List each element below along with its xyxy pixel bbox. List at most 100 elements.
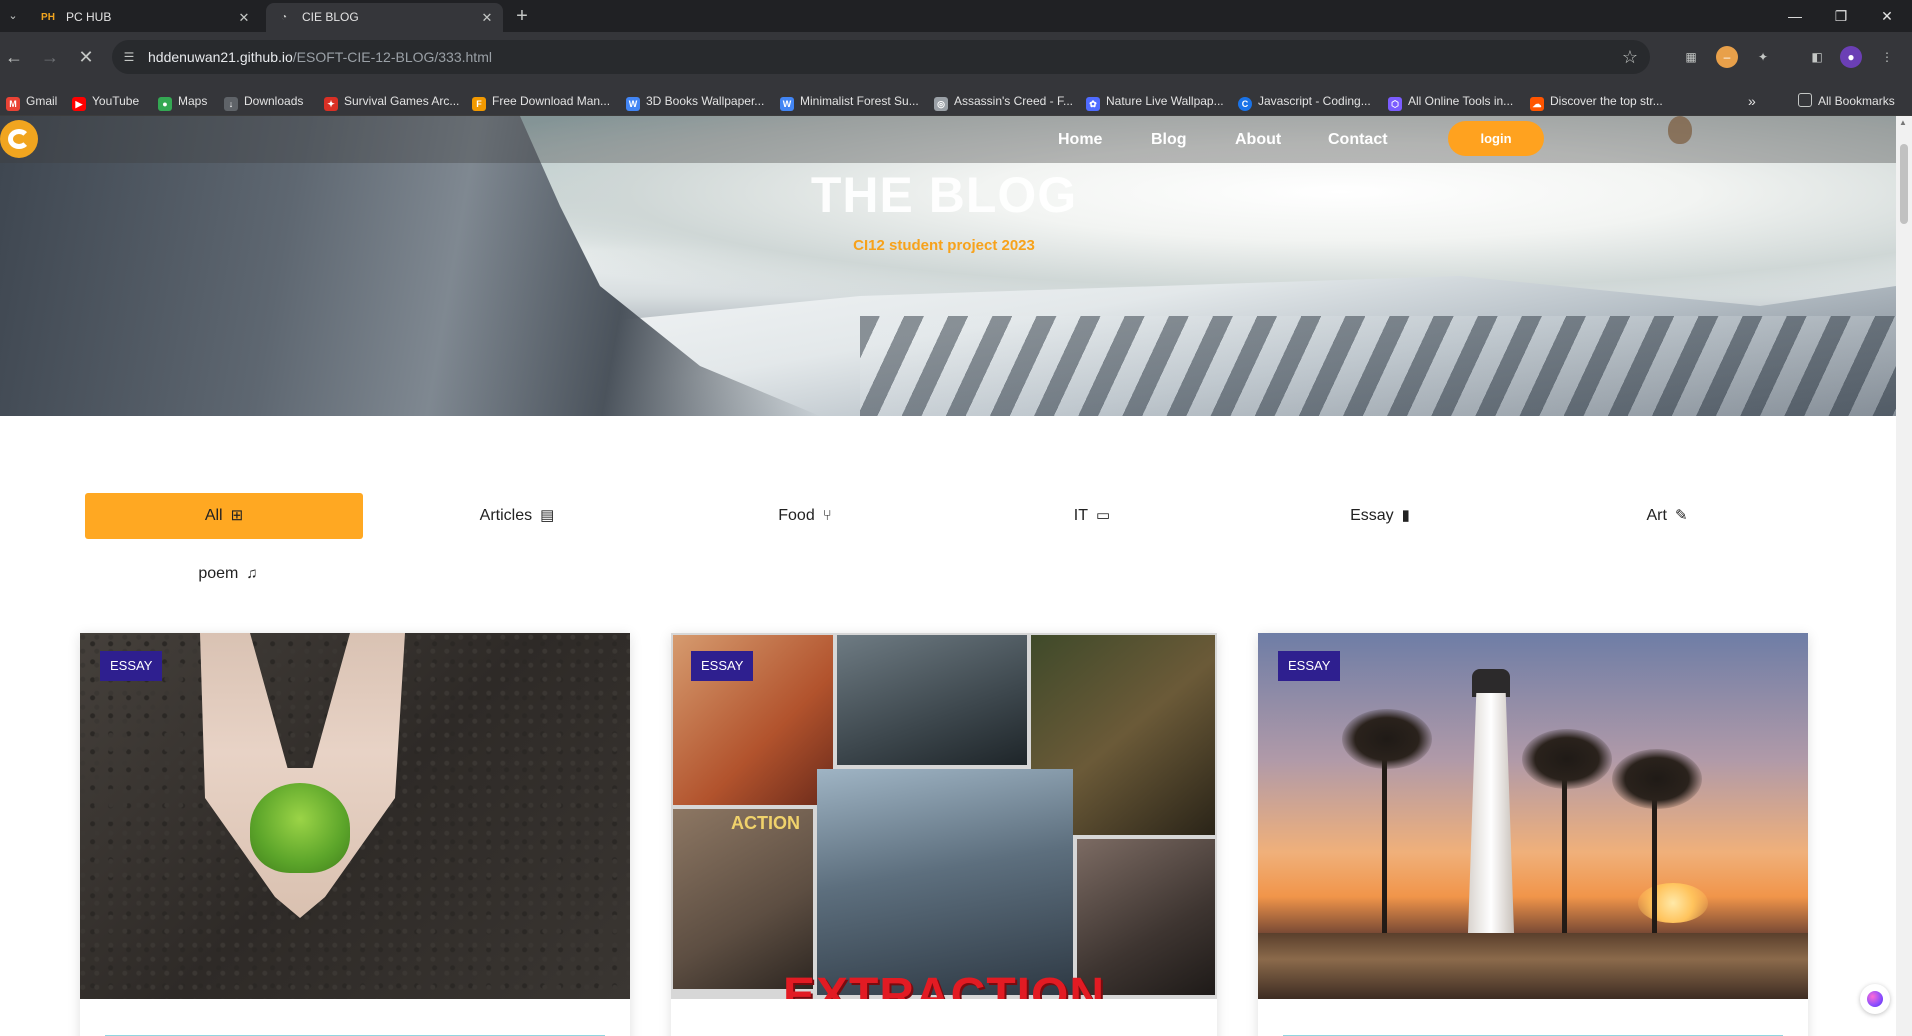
extension-icon[interactable]: – xyxy=(1716,46,1738,68)
nav-blog-link[interactable]: Blog xyxy=(1151,116,1187,163)
address-bar[interactable]: ☰ hddenuwan21.github.io/ESOFT-CIE-12-BLO… xyxy=(112,40,1650,74)
palm-fronds xyxy=(1612,749,1702,809)
extension-icon[interactable]: ▦ xyxy=(1680,46,1702,68)
site-logo[interactable] xyxy=(0,120,38,158)
filter-art[interactable]: Art ✎ xyxy=(1528,493,1806,539)
pchub-favicon-icon: PH xyxy=(41,12,55,23)
wallpaper-icon: W xyxy=(626,97,640,111)
site-navbar: Home Blog About Contact login xyxy=(0,116,1896,163)
palm-fronds xyxy=(1522,729,1612,789)
profile-avatar[interactable]: ● xyxy=(1840,46,1862,68)
nav-home-link[interactable]: Home xyxy=(1058,116,1102,163)
tab-title: CIE BLOG xyxy=(302,10,359,24)
loading-icon: ◔ xyxy=(280,12,288,23)
fort-ground xyxy=(1258,933,1808,999)
bookmark-star-icon[interactable]: ☆ xyxy=(1622,40,1638,74)
all-bookmarks-folder[interactable]: All Bookmarks xyxy=(1798,86,1895,116)
blog-card[interactable]: ESSAY xyxy=(80,633,630,1036)
side-panel-icon[interactable]: ◧ xyxy=(1806,46,1828,68)
card-image-lighthouse[interactable] xyxy=(1258,633,1808,999)
bookmarks-bar: M Gmail ▶ YouTube ● Maps ↓ Downloads ✦ Surviv… xyxy=(0,86,1912,116)
filter-label: Essay xyxy=(1350,507,1394,524)
bookmark-online-tools[interactable]: ⬡ All Online Tools in... xyxy=(1388,86,1513,116)
site-info-icon[interactable]: ☰ xyxy=(120,48,138,66)
bookmark-3d-books[interactable]: W 3D Books Wallpaper... xyxy=(626,86,764,116)
page-viewport: Home Blog About Contact login THE BLOG C… xyxy=(0,116,1912,1036)
category-badge[interactable]: ESSAY xyxy=(691,651,754,681)
poster-title: EXTRACTION xyxy=(783,969,1105,999)
hero-rocks xyxy=(860,316,1896,416)
extensions-puzzle-icon[interactable]: ✦ xyxy=(1752,46,1774,68)
tab-pc-hub[interactable]: PH PC HUB ✕ xyxy=(30,3,260,32)
close-tab-icon[interactable]: ✕ xyxy=(236,3,252,32)
minimize-button[interactable]: — xyxy=(1772,0,1818,32)
filter-all[interactable]: All ⊞ xyxy=(85,493,363,539)
bookmark-survival-games[interactable]: ✦ Survival Games Arc... xyxy=(324,86,459,116)
restore-button[interactable]: ❐ xyxy=(1818,0,1864,32)
tab-cie-blog[interactable]: ◔ CIE BLOG ✕ xyxy=(266,3,503,32)
page-scrollbar[interactable]: ▲ xyxy=(1896,116,1912,1036)
scroll-up-arrow-icon[interactable]: ▲ xyxy=(1899,118,1907,127)
game-icon: ✦ xyxy=(324,97,338,111)
bookmark-gmail[interactable]: M Gmail xyxy=(6,86,57,116)
login-button[interactable]: login xyxy=(1448,121,1544,156)
bookmark-maps[interactable]: ● Maps xyxy=(158,86,207,116)
bookmark-downloads[interactable]: ↓ Downloads xyxy=(224,86,303,116)
hero-banner: Home Blog About Contact login THE BLOG C… xyxy=(0,116,1896,416)
url-text[interactable]: hddenuwan21.github.io/ESOFT-CIE-12-BLOG/… xyxy=(148,40,492,74)
more-bookmarks-chevron-icon[interactable]: » xyxy=(1748,86,1756,116)
soundcloud-icon: ☁ xyxy=(1530,97,1544,111)
filter-label: poem xyxy=(198,565,239,582)
maps-icon: ● xyxy=(158,97,172,111)
close-window-button[interactable]: ✕ xyxy=(1864,0,1910,32)
blog-card[interactable]: ESSAY xyxy=(1258,633,1808,1036)
category-badge[interactable]: ESSAY xyxy=(1278,651,1341,681)
browser-toolbar: ← → ✕ ☰ hddenuwan21.github.io/ESOFT-CIE-… xyxy=(0,32,1912,86)
youtube-icon: ▶ xyxy=(72,97,86,111)
browser-tab-bar: ⌄ PH PC HUB ✕ ◔ CIE BLOG ✕ + — ❐ ✕ xyxy=(0,0,1912,32)
nav-contact-link[interactable]: Contact xyxy=(1328,116,1388,163)
category-badge[interactable]: ESSAY xyxy=(100,651,163,681)
filter-label: Art xyxy=(1646,507,1667,524)
filter-articles[interactable]: Articles ▤ xyxy=(378,493,656,539)
bookmark-nature-live[interactable]: ✿ Nature Live Wallpap... xyxy=(1086,86,1224,116)
filter-it[interactable]: IT ▭ xyxy=(953,493,1231,539)
hot-air-balloon xyxy=(1668,116,1692,144)
card-image-hands-seedling[interactable] xyxy=(80,633,630,999)
stop-loading-button[interactable]: ✕ xyxy=(74,45,98,69)
hero-subtitle: CI12 student project 2023 xyxy=(853,237,1035,254)
bookmark-fdm[interactable]: F Free Download Man... xyxy=(472,86,610,116)
bookmark-assassins-creed[interactable]: ◎ Assassin's Creed - F... xyxy=(934,86,1073,116)
devices-icon: ▭ xyxy=(1096,507,1111,524)
filter-essay[interactable]: Essay ▮ xyxy=(1241,493,1519,539)
nav-about-link[interactable]: About xyxy=(1235,116,1281,163)
hero-title: THE BLOG xyxy=(810,167,1078,223)
download-icon: ↓ xyxy=(224,97,238,111)
filter-poem[interactable]: poem ♫ xyxy=(89,551,367,597)
utensils-icon: ⑂ xyxy=(822,507,832,524)
bookmark-discover[interactable]: ☁ Discover the top str... xyxy=(1530,86,1663,116)
bookmark-youtube[interactable]: ▶ YouTube xyxy=(72,86,139,116)
logo-mark-icon xyxy=(8,129,30,149)
scrollbar-thumb[interactable] xyxy=(1900,144,1908,224)
blog-card[interactable]: ACTION EXTRACTION ESSAY xyxy=(671,633,1217,1036)
bookmark-javascript[interactable]: C Javascript - Coding... xyxy=(1238,86,1371,116)
new-tab-button[interactable]: + xyxy=(510,4,534,28)
fdm-icon: F xyxy=(472,97,486,111)
newspaper-icon: ▤ xyxy=(540,507,555,524)
assistant-bubble-button[interactable] xyxy=(1860,984,1890,1014)
brain-icon xyxy=(1867,991,1883,1007)
music-icon: ♫ xyxy=(246,565,258,582)
wallpaper-icon: W xyxy=(780,97,794,111)
menu-kebab-icon[interactable]: ⋮ xyxy=(1876,46,1898,68)
filter-label: Articles xyxy=(479,507,533,524)
card-image-extraction-poster[interactable]: ACTION EXTRACTION xyxy=(671,633,1217,999)
back-button[interactable]: ← xyxy=(2,45,26,69)
close-tab-icon[interactable]: ✕ xyxy=(479,3,495,32)
palm-fronds xyxy=(1342,709,1432,769)
poster-panel xyxy=(837,635,1027,765)
forward-button[interactable]: → xyxy=(38,45,62,69)
filter-food[interactable]: Food ⑂ xyxy=(666,493,944,539)
tab-search-icon[interactable]: ⌄ xyxy=(3,6,23,26)
bookmark-minimalist-forest[interactable]: W Minimalist Forest Su... xyxy=(780,86,919,116)
